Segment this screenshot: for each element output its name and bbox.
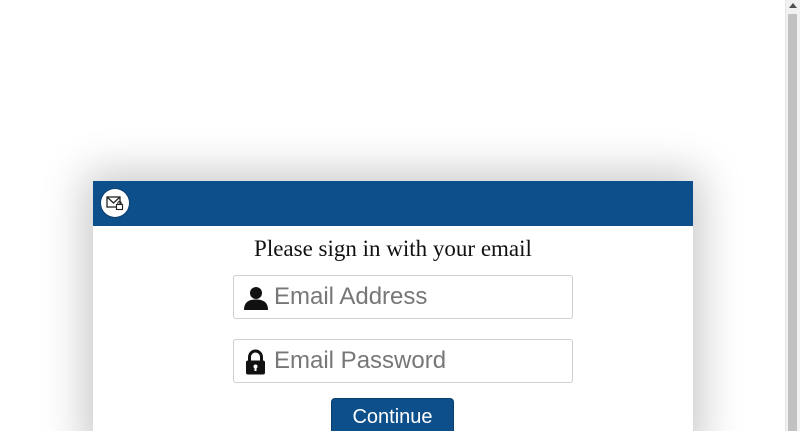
dialog-title: Please sign in with your email xyxy=(254,236,532,261)
page: Please sign in with your email Email Add… xyxy=(0,0,800,431)
user-icon xyxy=(243,285,269,311)
scrollbar-thumb[interactable] xyxy=(788,14,797,431)
continue-button[interactable]: Continue xyxy=(331,398,454,431)
vertical-scrollbar[interactable] xyxy=(785,0,800,431)
mail-lock-icon xyxy=(101,189,129,217)
lock-icon xyxy=(243,349,269,375)
email-field[interactable] xyxy=(233,275,573,319)
scroll-up-arrow-icon[interactable] xyxy=(789,3,797,8)
password-input[interactable] xyxy=(274,342,564,380)
dialog-header xyxy=(93,181,693,226)
sign-in-dialog: Please sign in with your email Email Add… xyxy=(93,181,693,431)
password-field[interactable] xyxy=(233,339,573,383)
email-input[interactable] xyxy=(274,278,564,316)
